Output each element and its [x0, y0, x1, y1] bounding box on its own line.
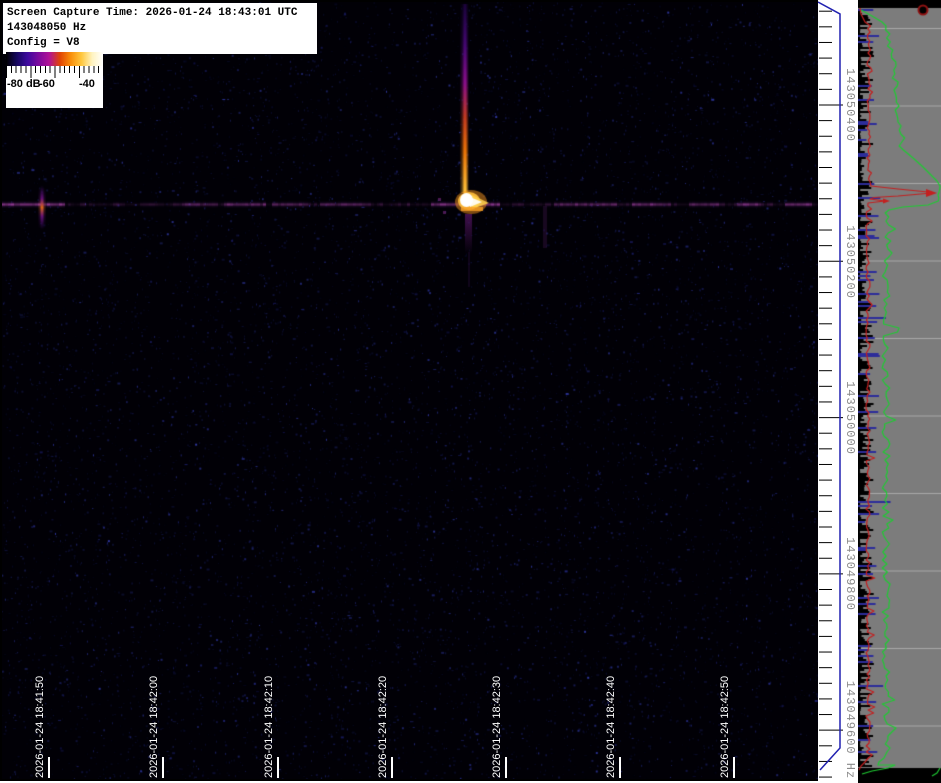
time-tick: [619, 757, 621, 778]
capture-info-box: Screen Capture Time: 2026-01-24 18:43:01…: [3, 3, 317, 54]
colorbar-gradient: [6, 52, 103, 66]
time-label: 2026-01-24 18:42:10: [263, 676, 276, 778]
config-text: Config = V8: [7, 36, 313, 51]
freq-label: 143050400: [843, 68, 857, 142]
time-label: 2026-01-24 18:42:00: [148, 676, 161, 778]
time-label: 2026-01-24 18:42:20: [377, 676, 390, 778]
freq-label: 143050000: [843, 381, 857, 455]
app-window: Screen Capture Time: 2026-01-24 18:43:01…: [0, 0, 941, 783]
spectrum-side-panel: [858, 0, 941, 783]
colorbar-label-min: -80 dB: [7, 78, 41, 90]
time-tick: [391, 757, 393, 778]
time-tick: [48, 757, 50, 778]
time-label: 2026-01-24 18:41:50: [34, 676, 47, 778]
time-tick: [505, 757, 507, 778]
colorbar-label-max: -40: [79, 78, 95, 90]
time-tick: [733, 757, 735, 778]
freq-label: 143049600 Hz: [843, 681, 857, 779]
capture-time-text: Screen Capture Time: 2026-01-24 18:43:01…: [7, 6, 313, 21]
time-tick: [277, 757, 279, 778]
freq-label: 143049800: [843, 537, 857, 611]
time-label: 2026-01-24 18:42:30: [491, 676, 504, 778]
time-label: 2026-01-24 18:42:50: [719, 676, 732, 778]
colorbar-label-mid: -60: [39, 78, 55, 90]
spectrogram-canvas: [2, 2, 818, 779]
colorbar: -80 dB -60 -40: [6, 51, 103, 108]
freq-label: 143050200: [843, 225, 857, 299]
spectrogram-area: Screen Capture Time: 2026-01-24 18:43:01…: [0, 0, 818, 781]
frequency-ruler: 143050400 143050200 143050000 143049800 1430…: [818, 0, 858, 783]
time-tick: [162, 757, 164, 778]
time-label: 2026-01-24 18:42:40: [605, 676, 618, 778]
spectrum-panel-canvas: [858, 0, 941, 783]
colorbar-ticks: [6, 66, 103, 78]
center-frequency-text: 143048050 Hz: [7, 21, 313, 36]
